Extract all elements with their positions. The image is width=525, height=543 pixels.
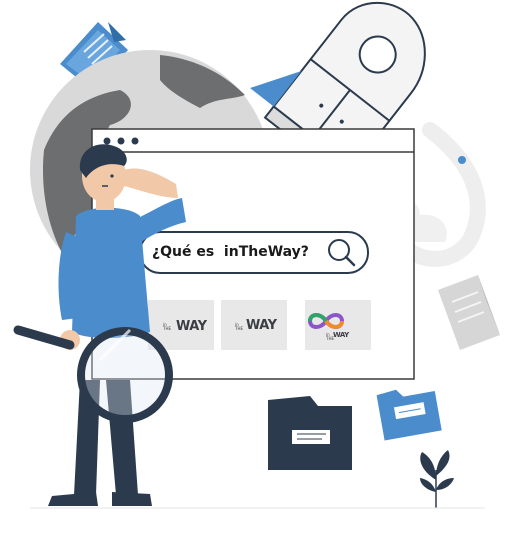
window-dot — [117, 137, 125, 145]
search-query[interactable]: ¿Qué es inTheWay? — [152, 244, 309, 260]
logo-word: WAY — [176, 319, 207, 334]
window-dot — [131, 137, 139, 145]
magnifier-icon — [13, 325, 173, 423]
illustration-scene — [13, 1, 500, 509]
logo-small-bottom: THE — [163, 326, 171, 331]
paper-icon — [438, 275, 500, 350]
logo-word: WAY — [333, 331, 349, 339]
window-dot — [103, 137, 111, 145]
logo-small-bottom: THE — [235, 326, 243, 331]
logo-word: WAY — [246, 318, 277, 333]
folder-icon — [376, 389, 442, 441]
folder-icon — [268, 396, 352, 470]
plant-icon — [420, 450, 454, 508]
